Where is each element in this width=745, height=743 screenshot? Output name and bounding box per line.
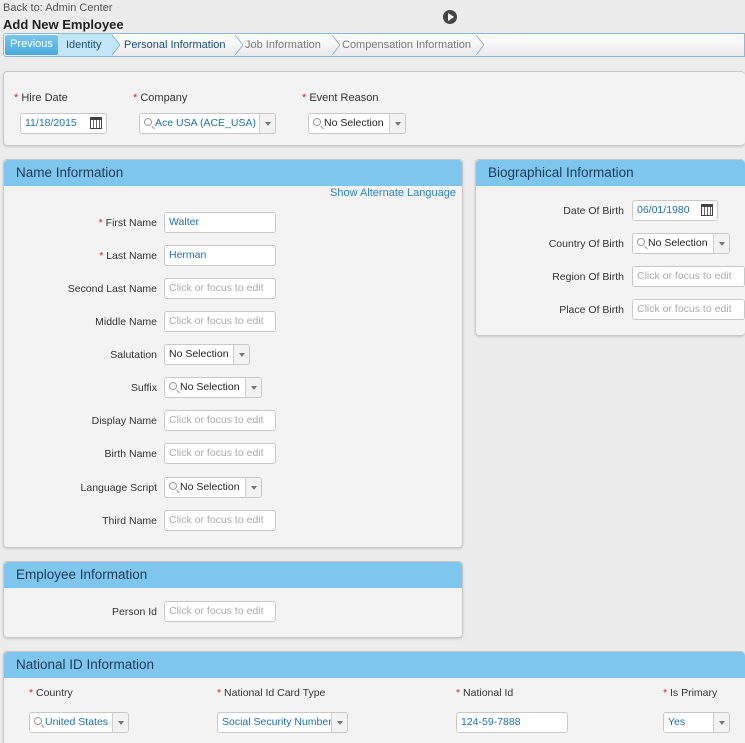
panel-title: Name Information — [4, 160, 462, 186]
is-primary-label: * Is Primary — [663, 687, 718, 699]
hire-date-field[interactable]: 11/18/2015 — [20, 113, 107, 134]
page-title: Add New Employee — [3, 17, 124, 32]
last-name-label: * Last Name — [99, 250, 157, 262]
wizard-step-label: Compensation Information — [342, 39, 472, 51]
chevron-right-icon — [332, 35, 340, 55]
second-last-name-input[interactable]: Click or focus to edit — [164, 278, 276, 299]
chevron-down-icon[interactable] — [713, 713, 729, 732]
search-icon — [34, 717, 42, 725]
language-script-label: Language Script — [80, 482, 157, 494]
third-name-input[interactable]: Click or focus to edit — [164, 510, 276, 531]
region-of-birth-input[interactable]: Click or focus to edit — [632, 266, 745, 287]
calendar-icon[interactable] — [90, 117, 102, 129]
first-name-input[interactable]: Walter — [164, 212, 276, 233]
place-of-birth-label: Place Of Birth — [559, 304, 624, 316]
show-alternate-language-link[interactable]: Show Alternate Language — [330, 187, 456, 199]
national-id-label: * National Id — [456, 687, 514, 699]
chevron-down-icon[interactable] — [389, 114, 405, 133]
chevron-down-icon[interactable] — [112, 713, 128, 732]
search-icon — [169, 382, 177, 390]
event-reason-label: * Event Reason — [302, 92, 379, 104]
play-icon[interactable] — [443, 10, 457, 24]
middle-name-input[interactable]: Click or focus to edit — [164, 311, 276, 332]
wizard-step-personal-information[interactable]: Personal Information — [124, 34, 226, 56]
national-id-information-panel: National ID Information * Country United… — [3, 651, 745, 743]
hire-details-section: * Hire Date 11/18/2015 * Company Ace USA… — [3, 71, 745, 146]
wizard-steps-bar: Previous Identity Personal Information J… — [3, 33, 745, 57]
first-name-label: * First Name — [98, 217, 157, 229]
hire-date-label: * Hire Date — [14, 92, 68, 104]
middle-name-label: Middle Name — [95, 316, 157, 328]
salutation-select[interactable]: No Selection — [164, 344, 250, 365]
national-id-country-label: * Country — [29, 687, 73, 699]
place-of-birth-input[interactable]: Click or focus to edit — [632, 299, 745, 320]
search-icon — [637, 238, 645, 246]
wizard-step-compensation-information[interactable]: Compensation Information — [342, 34, 471, 56]
card-type-select[interactable]: Social Security Number — [217, 712, 348, 733]
person-id-label: Person Id — [112, 606, 157, 618]
chevron-down-icon[interactable] — [713, 234, 729, 253]
national-id-input[interactable]: 124-59-7888 — [456, 712, 568, 733]
display-name-label: Display Name — [91, 415, 157, 427]
birth-name-input[interactable]: Click or focus to edit — [164, 443, 276, 464]
last-name-input[interactable]: Herman — [164, 245, 276, 266]
search-icon — [144, 118, 152, 126]
panel-title: Employee Information — [4, 562, 462, 588]
country-of-birth-select[interactable]: No Selection — [632, 233, 730, 254]
chevron-down-icon[interactable] — [331, 713, 347, 732]
display-name-input[interactable]: Click or focus to edit — [164, 410, 276, 431]
national-id-country-select[interactable]: United States — [29, 712, 129, 733]
chevron-down-icon[interactable] — [245, 478, 261, 497]
back-to-admin-center-link[interactable]: Back to: Admin Center — [3, 2, 112, 14]
date-of-birth-label: Date Of Birth — [563, 205, 624, 217]
salutation-label: Salutation — [110, 349, 157, 361]
calendar-icon[interactable] — [701, 204, 713, 216]
company-select[interactable]: Ace USA (ACE_USA) — [139, 113, 276, 134]
card-type-label: * National Id Card Type — [217, 687, 326, 699]
wizard-step-label: Job Information — [245, 39, 321, 51]
chevron-right-icon — [476, 35, 484, 55]
wizard-step-job-information[interactable]: Job Information — [245, 34, 321, 56]
date-of-birth-field[interactable]: 06/01/1980 — [632, 200, 718, 221]
language-script-select[interactable]: No Selection — [164, 477, 262, 498]
suffix-label: Suffix — [130, 382, 157, 394]
previous-button[interactable]: Previous — [5, 35, 58, 55]
search-icon — [313, 118, 321, 126]
wizard-step-label: Identity — [66, 39, 102, 51]
wizard-step-label: Personal Information — [124, 39, 226, 51]
search-icon — [169, 482, 177, 490]
wizard-step-identity[interactable]: Identity — [58, 34, 113, 56]
is-primary-select[interactable]: Yes — [663, 712, 730, 733]
event-reason-select[interactable]: No Selection — [308, 113, 406, 134]
suffix-select[interactable]: No Selection — [164, 377, 262, 398]
biographical-information-panel: Biographical Information Date Of Birth 0… — [475, 159, 745, 336]
chevron-down-icon[interactable] — [233, 345, 249, 364]
chevron-right-icon — [235, 35, 243, 55]
second-last-name-label: Second Last Name — [67, 283, 157, 295]
birth-name-label: Birth Name — [104, 448, 157, 460]
company-label: * Company — [133, 92, 188, 104]
panel-title: National ID Information — [4, 652, 745, 678]
chevron-right-icon — [112, 35, 120, 55]
third-name-label: Third Name — [102, 515, 157, 527]
person-id-input[interactable]: Click or focus to edit — [164, 601, 276, 622]
name-information-panel: Name Information Show Alternate Language… — [3, 159, 463, 548]
chevron-down-icon[interactable] — [259, 114, 275, 133]
panel-title: Biographical Information — [476, 160, 745, 186]
country-of-birth-label: Country Of Birth — [548, 238, 624, 250]
employee-information-panel: Employee Information Person Id Click or … — [3, 561, 463, 638]
chevron-down-icon[interactable] — [245, 378, 261, 397]
region-of-birth-label: Region Of Birth — [552, 271, 624, 283]
